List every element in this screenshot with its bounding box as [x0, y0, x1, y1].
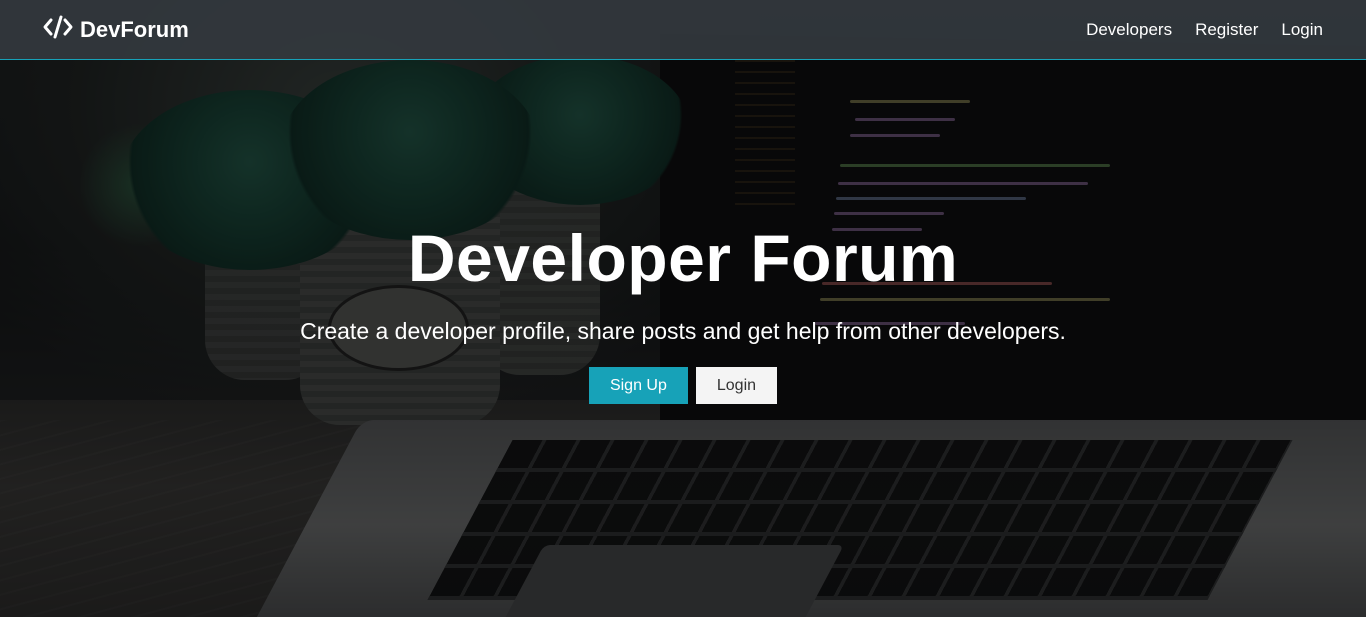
- login-button[interactable]: Login: [695, 367, 778, 404]
- hero-title: Developer Forum: [407, 221, 959, 295]
- hero-buttons: Sign Up Login: [0, 367, 1366, 404]
- code-icon: [43, 15, 73, 45]
- brand-name: DevForum: [80, 16, 189, 42]
- hero-lead: Create a developer profile, share posts …: [300, 318, 1066, 344]
- nav-links: Developers Register Login: [1063, 20, 1323, 40]
- navbar: DevForum Developers Register Login: [0, 0, 1366, 60]
- landing-hero: Developer Forum Create a developer profi…: [0, 60, 1366, 617]
- nav-developers-link[interactable]: Developers: [1086, 20, 1172, 40]
- nav-login-link[interactable]: Login: [1281, 20, 1323, 40]
- brand-link[interactable]: DevForum: [43, 15, 189, 45]
- nav-register-link[interactable]: Register: [1195, 20, 1258, 40]
- sign-up-button[interactable]: Sign Up: [588, 367, 688, 404]
